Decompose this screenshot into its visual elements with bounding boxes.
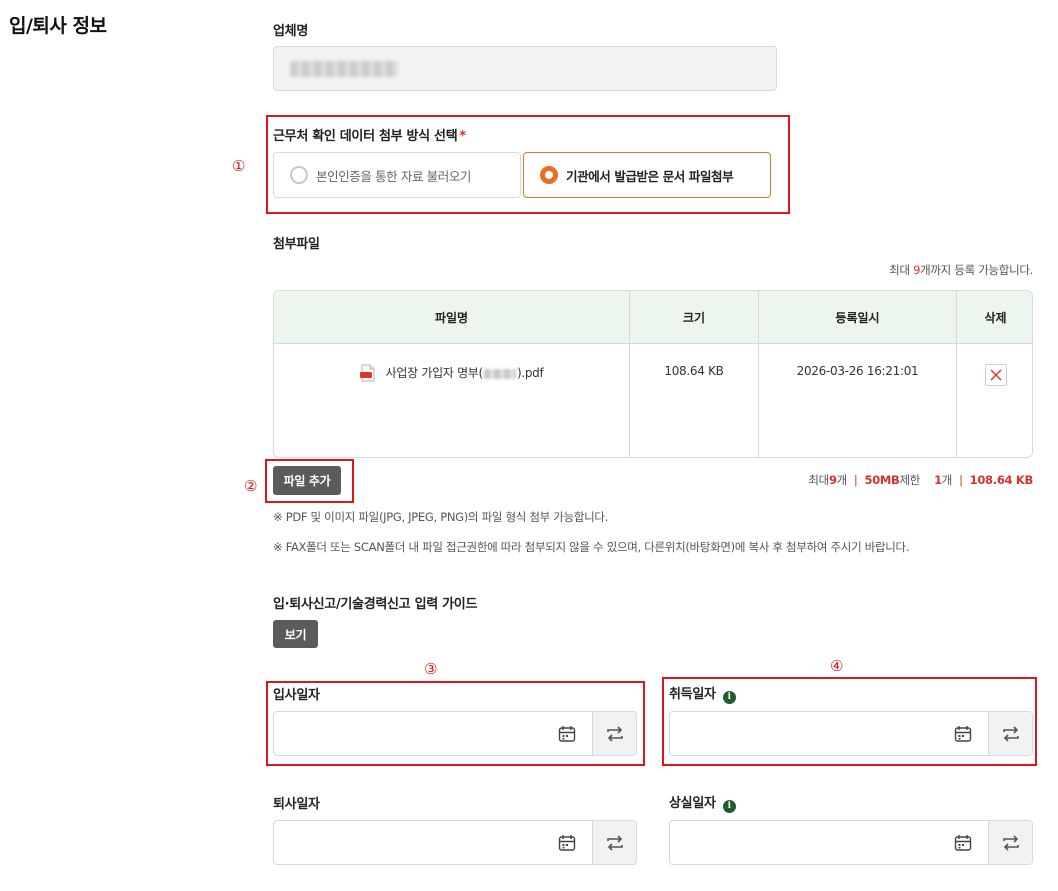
- col-header-size: 크기: [682, 311, 706, 325]
- file-table: 파일명 크기 등록일시 삭제 사업장 가입자 명부().pdf 108.64 K…: [273, 290, 1033, 458]
- leave-date-reset-button[interactable]: [592, 821, 636, 864]
- radio-unchecked-icon: [290, 166, 308, 184]
- swap-arrows-icon: [606, 725, 623, 742]
- callout-4: ④: [830, 657, 844, 675]
- callout-1: ①: [232, 157, 246, 175]
- col-header-delete: 삭제: [984, 311, 1007, 325]
- attachments-label: 첨부파일: [273, 237, 320, 252]
- redacted-file-text: [483, 368, 516, 379]
- swap-arrows-icon: [606, 834, 623, 851]
- view-guide-button[interactable]: 보기: [273, 620, 318, 648]
- pdf-file-icon: [359, 364, 376, 382]
- radio-self-auth-label: 본인인증을 통한 자료 불러오기: [316, 168, 472, 184]
- attachments-limit-note: 최대 9개까지 등록 가능합니다.: [889, 263, 1033, 277]
- add-file-button[interactable]: 파일 추가: [273, 466, 341, 495]
- close-icon: [989, 369, 1002, 381]
- loss-date-label: 상실일자 i: [669, 792, 736, 813]
- company-input: [273, 46, 777, 91]
- attachment-note-formats: ※ PDF 및 이미지 파일(JPG, JPEG, PNG)의 파일 형식 첨부…: [273, 510, 609, 524]
- table-row: 사업장 가입자 명부().pdf: [274, 344, 629, 457]
- acquire-date-input[interactable]: [669, 711, 1033, 756]
- company-label: 업체명: [273, 24, 308, 39]
- guide-label: 입·퇴사신고/기술경력신고 입력 가이드: [273, 597, 478, 612]
- attach-method-label: 근무처 확인 데이터 첨부 방식 선택 *: [273, 129, 466, 144]
- col-header-filename: 파일명: [434, 311, 469, 325]
- callout-3: ③: [424, 660, 438, 678]
- attachment-limit-summary: 최대 9개 | 50MB 제한 1개 | 108.64 KB: [808, 473, 1033, 487]
- attachment-note-permissions: ※ FAX폴더 또는 SCAN폴더 내 파일 접근권한에 따라 첨부되지 않을 …: [273, 540, 910, 554]
- radio-file-attach[interactable]: 기관에서 발급받은 문서 파일첨부: [523, 152, 771, 198]
- acquire-date-reset-button[interactable]: [988, 712, 1032, 755]
- calendar-icon: [954, 835, 972, 851]
- leave-date-input[interactable]: [273, 820, 637, 865]
- calendar-icon: [954, 726, 972, 742]
- acquire-date-label: 취득일자 i: [669, 683, 736, 704]
- join-date-reset-button[interactable]: [592, 712, 636, 755]
- join-date-label: 입사일자: [273, 688, 320, 703]
- info-icon[interactable]: i: [722, 690, 736, 704]
- leave-date-label: 퇴사일자: [273, 797, 320, 812]
- calendar-icon: [558, 726, 576, 742]
- loss-date-reset-button[interactable]: [988, 821, 1032, 864]
- file-name[interactable]: 사업장 가입자 명부().pdf: [386, 364, 544, 457]
- radio-file-attach-label: 기관에서 발급받은 문서 파일첨부: [566, 168, 734, 184]
- redacted-company-name: [290, 61, 398, 77]
- file-size: 108.64 KB: [664, 364, 724, 378]
- swap-arrows-icon: [1002, 834, 1019, 851]
- section-title: 입/퇴사 정보: [9, 15, 107, 37]
- required-mark: *: [459, 129, 466, 144]
- file-date: 2026-03-26 16:21:01: [796, 364, 919, 378]
- loss-date-input[interactable]: [669, 820, 1033, 865]
- calendar-icon: [558, 835, 576, 851]
- join-date-input[interactable]: [273, 711, 637, 756]
- delete-file-button[interactable]: [984, 364, 1007, 386]
- radio-self-auth[interactable]: 본인인증을 통한 자료 불러오기: [273, 152, 521, 198]
- callout-2: ②: [244, 477, 258, 495]
- col-header-date: 등록일시: [835, 311, 880, 325]
- swap-arrows-icon: [1002, 725, 1019, 742]
- delete-cell: [957, 344, 1032, 457]
- radio-checked-icon: [540, 166, 558, 184]
- info-icon[interactable]: i: [722, 799, 736, 813]
